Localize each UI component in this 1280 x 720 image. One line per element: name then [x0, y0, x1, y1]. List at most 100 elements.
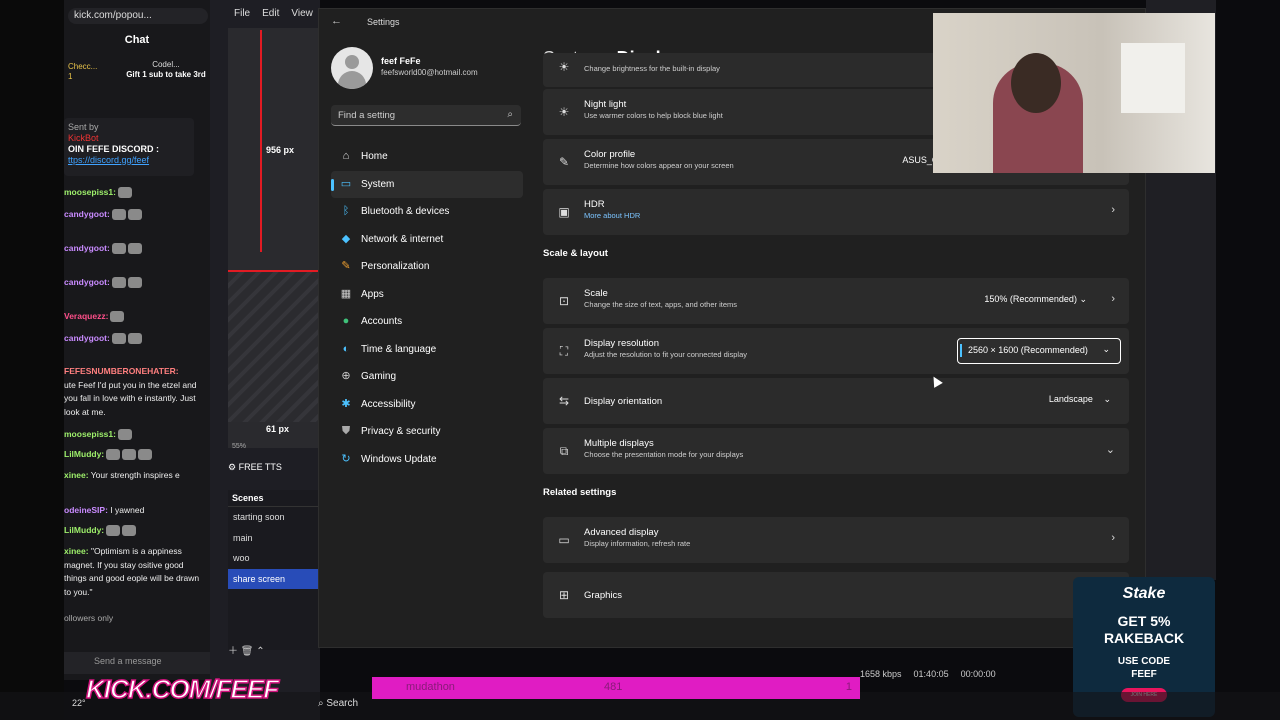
monitor-icon: ▭	[340, 177, 352, 190]
chevron-right-icon: ›	[1111, 532, 1115, 544]
chat-message: xinee: "Optimism is a appiness magnet. I…	[64, 545, 204, 599]
resolution-dropdown[interactable]: 2560 × 1600 (Recommended) ⌄	[957, 338, 1121, 364]
card-subtitle: Use warmer colors to help block blue lig…	[584, 111, 723, 120]
scale-icon: ⊡	[558, 294, 570, 308]
subathon-goal-bar: mudathon 481 1	[372, 677, 860, 699]
display-orientation-card: ⇆ Display orientation Landscape ⌄	[543, 378, 1129, 424]
nav-item-home[interactable]: ⌂ Home	[331, 143, 523, 171]
hype-user-2[interactable]: Codel... Gift 1 sub to take 3rd	[126, 60, 206, 100]
nav-item-windows-update[interactable]: ↻ Windows Update	[331, 446, 523, 474]
card-title: Night light	[584, 99, 627, 110]
chat-username[interactable]: FEFESNUMBERONEHATER:	[64, 366, 179, 376]
advanced-display-card[interactable]: ▭ Advanced display Display information, …	[543, 517, 1129, 563]
chat-username[interactable]: xinee:	[64, 470, 89, 480]
orientation-select[interactable]: Landscape ⌄	[1049, 394, 1111, 405]
chat-username[interactable]: moosepiss1:	[64, 187, 116, 197]
section-header: Related settings	[543, 487, 617, 498]
chat-message: LilMuddy:	[64, 524, 204, 538]
nav-item-time-language[interactable]: ◐ Time & language	[331, 336, 523, 364]
goal-value: 481	[604, 681, 623, 693]
scene-item[interactable]: woo	[228, 548, 320, 569]
scene-item[interactable]: starting soon	[228, 507, 320, 528]
chevron-right-icon: ›	[1111, 204, 1115, 216]
nav-item-accessibility[interactable]: ✱ Accessibility	[331, 391, 523, 419]
emote-icon	[106, 525, 121, 537]
chat-username[interactable]: xinee:	[64, 546, 89, 556]
chat-username[interactable]: moosepiss1:	[64, 429, 116, 439]
user-email: feefsworld00@hotmail.com	[381, 68, 478, 77]
nav-item-apps[interactable]: ▦ Apps	[331, 281, 523, 309]
hdr-icon: ▣	[558, 205, 570, 219]
chat-username[interactable]: candygoot:	[64, 277, 110, 287]
hdr-card[interactable]: ▣ HDR More about HDR ›	[543, 189, 1129, 235]
chat-username[interactable]: LilMuddy:	[64, 449, 104, 459]
emote-icon	[138, 449, 153, 461]
back-arrow-icon[interactable]: ←	[331, 15, 342, 27]
search-input[interactable]: Find a setting ⌕	[331, 105, 521, 126]
user-profile[interactable]: feef FeFe feefsworld00@hotmail.com	[331, 47, 531, 89]
up-icon[interactable]: ⌃	[256, 646, 264, 657]
webcam-overlay	[933, 13, 1215, 173]
offer-line-1: GET 5%	[1117, 613, 1171, 629]
hatched-area	[228, 272, 320, 422]
chat-username[interactable]: odeineSIP:	[64, 505, 108, 515]
menu-view[interactable]: View	[291, 8, 313, 19]
add-icon[interactable]: ＋	[228, 646, 238, 657]
chat-username[interactable]: candygoot:	[64, 209, 110, 219]
scene-item[interactable]: main	[228, 528, 320, 549]
chat-username[interactable]: Veraquezz:	[64, 311, 108, 321]
browser-url-bar[interactable]: kick.com/popou...	[68, 8, 208, 24]
nav-item-gaming[interactable]: ⊕ Gaming	[331, 363, 523, 391]
chat-message: xinee: Your strength inspires e	[64, 469, 204, 483]
taskbar-search[interactable]: ⌕ Search	[318, 698, 358, 709]
scene-item-selected[interactable]: share screen	[228, 568, 320, 589]
apps-icon: ▦	[340, 287, 352, 300]
bitrate: 1658 kbps	[860, 669, 902, 679]
chat-message: candygoot:	[64, 242, 204, 256]
chevron-down-icon: ⌄	[1102, 344, 1110, 354]
nav-item-privacy[interactable]: ⛊ Privacy & security	[331, 418, 523, 446]
emote-icon	[127, 209, 142, 221]
user-name: feef FeFe	[381, 56, 421, 66]
multiple-displays-card[interactable]: ⧉ Multiple displays Choose the presentat…	[543, 428, 1129, 474]
select-value: 150% (Recommended)	[984, 294, 1077, 304]
emote-icon	[111, 277, 126, 289]
update-icon: ↻	[341, 452, 351, 465]
graphics-icon: ⊞	[558, 588, 570, 602]
card-subtitle: Choose the presentation mode for your di…	[584, 450, 744, 459]
tts-source[interactable]: ⚙ FREE TTS	[228, 462, 320, 480]
menu-file[interactable]: File	[234, 8, 250, 19]
bluetooth-icon: ᛒ	[342, 205, 350, 217]
offer-line-2: RAKEBACK	[1103, 630, 1185, 646]
chevron-down-icon: ⌄	[1105, 444, 1115, 456]
chat-username[interactable]: LilMuddy:	[64, 525, 104, 535]
scale-select[interactable]: 150% (Recommended) ⌄	[984, 294, 1087, 305]
chat-message: LilMuddy:	[64, 448, 204, 462]
chat-username[interactable]: candygoot:	[64, 243, 110, 253]
settings-nav: ⌂ Home ▭ System ᛒ Bluetooth & devices ◆ Netw…	[331, 143, 523, 473]
menu-edit[interactable]: Edit	[262, 8, 279, 19]
chat-username[interactable]: candygoot:	[64, 333, 110, 343]
nav-item-bluetooth[interactable]: ᛒ Bluetooth & devices	[331, 198, 523, 226]
chat-send-input[interactable]: Send a message	[64, 652, 210, 674]
card-title: Multiple displays	[584, 438, 654, 449]
nav-item-accounts[interactable]: ● Accounts	[331, 308, 523, 336]
nav-item-personalization[interactable]: ✎ Personalization	[331, 253, 523, 281]
weather-widget[interactable]: 22°	[72, 698, 86, 708]
obs-menu-bar: File Edit View	[234, 8, 325, 19]
nav-label: System	[361, 178, 395, 190]
graphics-card[interactable]: ⊞ Graphics	[543, 572, 1129, 618]
shield-icon: ⛊	[341, 425, 351, 437]
globe-icon: ◐	[342, 342, 350, 355]
trash-icon[interactable]: 🗑	[241, 646, 254, 657]
emote-icon	[111, 243, 126, 255]
more-about-hdr-link[interactable]: More about HDR	[584, 211, 640, 220]
scale-card[interactable]: ⊡ Scale Change the size of text, apps, a…	[543, 278, 1129, 324]
window-title: Settings	[367, 17, 400, 27]
pinned-link[interactable]: ttps://discord.gg/feef	[68, 155, 190, 166]
nav-label: Accounts	[361, 316, 403, 327]
nav-item-network[interactable]: ◆ Network & internet	[331, 226, 523, 254]
home-icon: ⌂	[342, 150, 350, 162]
nav-label: Windows Update	[361, 453, 437, 465]
nav-item-system[interactable]: ▭ System	[331, 170, 523, 198]
